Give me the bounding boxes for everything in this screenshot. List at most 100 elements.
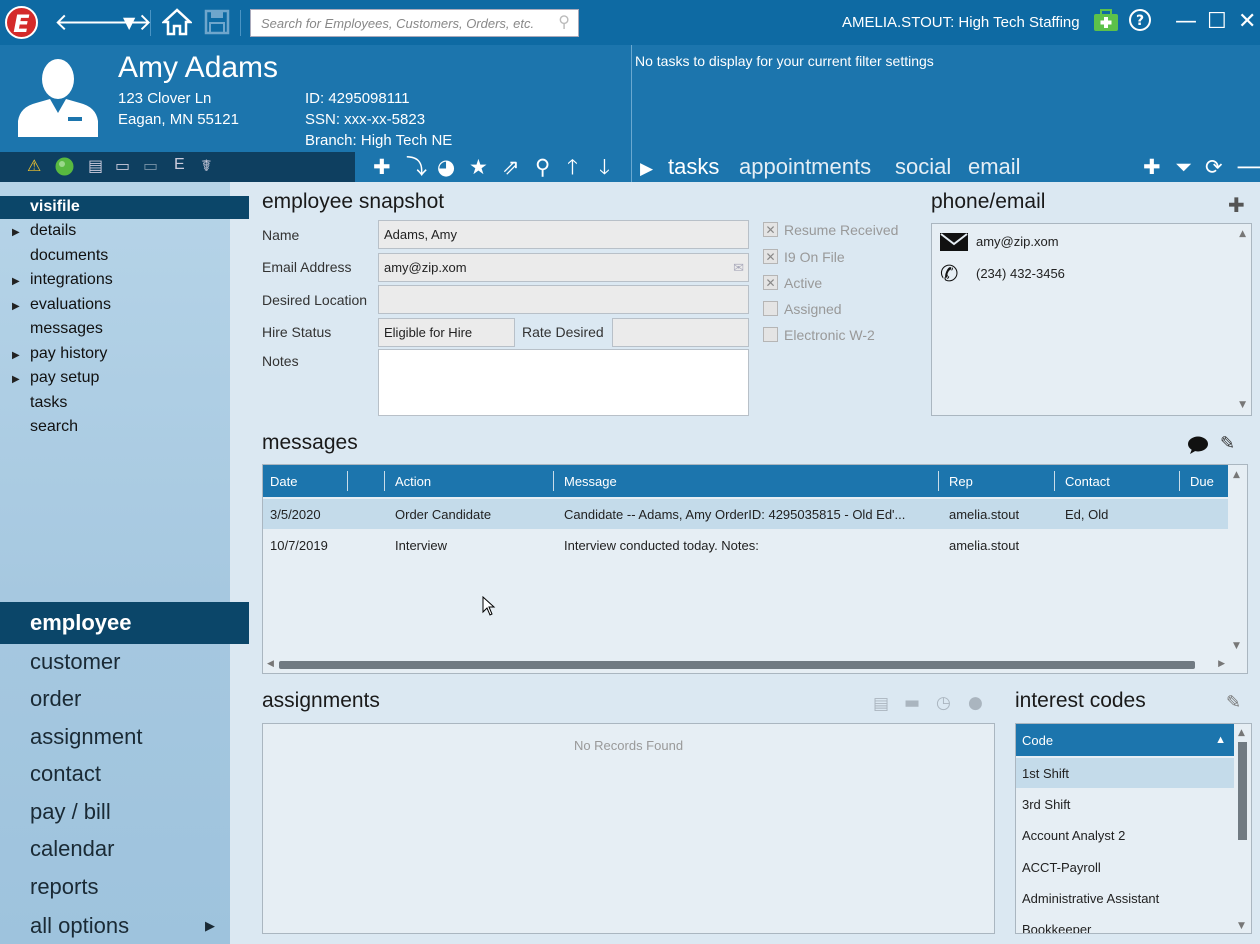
e-verify-icon[interactable]: E (174, 156, 185, 174)
close-icon[interactable]: ✕ (1238, 8, 1256, 36)
play-icon[interactable]: ▶ (640, 156, 653, 182)
column-message[interactable]: Message (564, 474, 617, 489)
down-arrow-icon[interactable]: 🡓 (599, 154, 610, 180)
edit-pencil-icon[interactable]: ✎ (1226, 692, 1241, 713)
nav-item-details[interactable]: details (30, 222, 76, 240)
scroll-down-icon[interactable]: ▼ (1233, 641, 1240, 651)
nav-item-pay-setup[interactable]: pay setup (30, 369, 99, 387)
nav-item-pay-history[interactable]: pay history (30, 345, 107, 363)
app-logo[interactable]: E (5, 6, 38, 39)
scroll-left-icon[interactable]: ◀ (267, 659, 274, 669)
nav-item-tasks[interactable]: tasks (30, 394, 67, 412)
drop-down-arrow-icon[interactable]: ⤵ (406, 154, 427, 180)
expand-arrow-icon[interactable]: ▶ (12, 301, 20, 312)
comment-icon[interactable] (1187, 435, 1209, 460)
electronic-w2-checkbox[interactable] (763, 327, 778, 342)
document-icon[interactable]: ▤ (88, 156, 103, 175)
warning-icon[interactable]: ⚠ (27, 156, 41, 175)
global-search[interactable]: ⚲ (250, 9, 579, 37)
open-external-icon[interactable]: ⇗ (502, 154, 520, 180)
add-tool-icon[interactable] (1093, 8, 1119, 40)
pie-chart-icon[interactable]: ◕ (437, 154, 455, 180)
column-contact[interactable]: Contact (1065, 474, 1110, 489)
edit-pencil-icon[interactable]: ✎ (1220, 433, 1235, 454)
module-employee[interactable]: employee (0, 602, 249, 644)
filter-icon[interactable]: ⏷ (1175, 154, 1192, 180)
scroll-up-icon[interactable]: ▲ (1239, 229, 1246, 239)
module-all-options[interactable]: all options (30, 913, 129, 939)
hire-status-field[interactable]: Eligible for Hire (378, 318, 515, 347)
search-input[interactable] (251, 10, 541, 36)
status-dot-icon[interactable] (55, 157, 74, 180)
list-item[interactable]: ACCT-Payroll (1016, 852, 1234, 882)
clock-icon[interactable]: ◷ (936, 693, 951, 713)
nav-item-search[interactable]: search (30, 418, 78, 436)
list-item[interactable]: Administrative Assistant (1016, 883, 1234, 913)
interest-codes-scrollbar[interactable]: ▲ ▼ (1234, 724, 1251, 933)
scrollbar-thumb[interactable] (279, 661, 1195, 669)
tab-email[interactable]: email (968, 154, 1021, 180)
phone-entry[interactable]: (234) 432-3456 (976, 266, 1065, 281)
help-icon[interactable]: ? (1128, 8, 1152, 40)
messages-horizontal-scrollbar[interactable]: ◀ ▶ (263, 656, 1229, 673)
list-item[interactable]: 1st Shift (1016, 758, 1234, 788)
medical-icon[interactable]: ☤ (201, 156, 212, 175)
nav-item-integrations[interactable]: integrations (30, 271, 113, 289)
expand-arrow-icon[interactable]: ▶ (12, 276, 20, 287)
rate-field[interactable] (612, 318, 749, 347)
notes-field[interactable] (378, 349, 749, 416)
module-calendar[interactable]: calendar (30, 836, 114, 862)
sort-ascending-icon[interactable]: ▲ (1215, 734, 1226, 746)
column-rep[interactable]: Rep (949, 474, 973, 489)
location-field[interactable] (378, 285, 749, 314)
interest-codes-header[interactable]: Code ▲ (1016, 724, 1234, 756)
scroll-down-icon[interactable]: ▼ (1238, 921, 1245, 931)
expand-arrow-icon[interactable]: ▶ (12, 374, 20, 385)
resume-received-checkbox[interactable]: ✕ (763, 222, 778, 237)
expand-arrow-icon[interactable]: ▶ (12, 227, 20, 238)
scroll-up-icon[interactable]: ▲ (1238, 728, 1245, 738)
email-field[interactable]: amy@zip.xom ✉ (378, 253, 749, 282)
save-icon[interactable] (203, 8, 231, 42)
add-task-icon[interactable]: ✚ (1143, 154, 1161, 180)
all-options-arrow-icon[interactable]: ▶ (205, 918, 215, 934)
module-reports[interactable]: reports (30, 874, 98, 900)
tab-appointments[interactable]: appointments (739, 154, 871, 180)
up-arrow-icon[interactable]: 🡑 (567, 154, 578, 180)
name-field[interactable]: Adams, Amy (378, 220, 749, 249)
card-icon[interactable]: ▭ (143, 156, 158, 175)
expand-arrow-icon[interactable]: ▶ (12, 350, 20, 361)
comment-icon[interactable]: ● (968, 693, 983, 713)
column-due[interactable]: Due (1190, 474, 1214, 489)
nav-item-evaluations[interactable]: evaluations (30, 296, 111, 314)
scroll-down-icon[interactable]: ▼ (1239, 400, 1246, 410)
column-action[interactable]: Action (395, 474, 431, 489)
active-checkbox[interactable]: ✕ (763, 275, 778, 290)
search-icon[interactable]: ⚲ (535, 154, 550, 180)
column-date[interactable]: Date (270, 474, 297, 489)
scrollbar-thumb[interactable] (1238, 742, 1247, 840)
table-row[interactable]: 3/5/2020 Order Candidate Candidate -- Ad… (263, 499, 1229, 529)
folder-icon[interactable]: ▬ (904, 693, 920, 713)
star-icon[interactable]: ★ (469, 154, 488, 180)
email-entry[interactable]: amy@zip.xom (976, 234, 1059, 249)
nav-item-documents[interactable]: documents (30, 247, 108, 265)
i9-on-file-checkbox[interactable]: ✕ (763, 249, 778, 264)
minimize-icon[interactable]: — (1175, 8, 1197, 36)
list-item[interactable]: Account Analyst 2 (1016, 820, 1234, 850)
module-contact[interactable]: contact (30, 761, 101, 787)
module-customer[interactable]: customer (30, 649, 120, 675)
list-item[interactable]: Bookkeeper (1016, 914, 1234, 933)
scroll-right-icon[interactable]: ▶ (1218, 659, 1225, 669)
tab-social[interactable]: social (895, 154, 951, 180)
add-icon[interactable]: ✚ (373, 154, 391, 180)
nav-item-messages[interactable]: messages (30, 320, 103, 338)
home-icon[interactable] (160, 8, 194, 42)
module-pay-bill[interactable]: pay / bill (30, 799, 111, 825)
module-assignment[interactable]: assignment (30, 724, 143, 750)
refresh-icon[interactable]: ⟳ (1205, 154, 1223, 180)
messages-vertical-scrollbar[interactable]: ▲ ▼ (1228, 465, 1247, 657)
maximize-icon[interactable]: ☐ (1207, 8, 1227, 36)
history-dropdown-icon[interactable]: ▼ (123, 9, 135, 37)
nav-item-visifile[interactable]: visifile (0, 196, 249, 219)
